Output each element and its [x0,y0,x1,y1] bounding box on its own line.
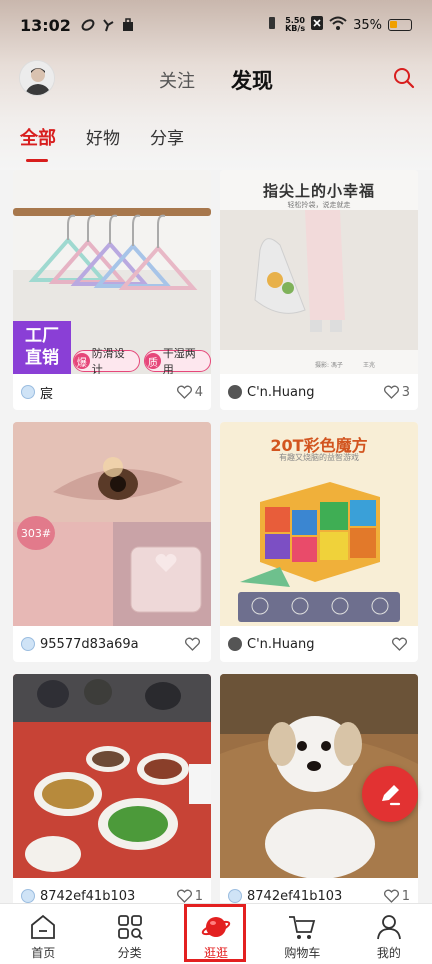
card-meta: 8742ef41b103 1 [220,878,418,905]
author-name[interactable]: 8742ef41b103 [40,889,177,904]
image-footer: 摄影: 馮子 王兆 [315,362,375,369]
feed-card[interactable]: 20T彩色魔方 有趣又烧脑的益智游戏 C'n.Huang [220,422,418,662]
author-name[interactable]: 宸 [40,383,177,402]
dinner-table-illustration [13,674,211,878]
card-image-hangers[interactable]: 工厂 直销 爆 防滑设计 质 干湿两用 [13,170,211,374]
feature-tags: 爆 防滑设计 质 干湿两用 [73,347,211,374]
tab-discover[interactable]: 发现 [231,65,273,95]
active-tab-highlight [184,904,246,962]
subtab-goods[interactable]: 好物 [86,124,120,149]
like-button[interactable]: 4 [176,384,203,400]
author-name[interactable]: C'n.Huang [247,637,392,652]
sim-disabled-icon [311,16,324,34]
card-meta: 95577d83a69a [13,626,211,662]
tab-home[interactable]: 首页 [0,904,86,964]
image-subtitle: 有趣又烧脑的益智游戏 [279,453,359,462]
vibrate-icon [265,16,279,34]
card-image-eyeshadow[interactable]: 303# [13,422,211,626]
network-speed: 5.50 KB/s [285,16,306,33]
author-avatar[interactable] [21,889,35,903]
card-meta: C'n.Huang 3 [220,374,418,410]
like-button[interactable]: 1 [383,888,410,904]
card-meta: 宸 4 [13,374,211,410]
tab-category[interactable]: 分类 [86,904,172,964]
top-header: 关注 发现 [0,56,432,104]
author-avatar[interactable] [21,637,35,651]
card-meta: C'n.Huang [220,626,418,662]
feed-card[interactable]: 工厂 直销 爆 防滑设计 质 干湿两用 宸 4 [13,170,211,410]
subtab-share[interactable]: 分享 [150,124,184,149]
category-icon [117,915,143,940]
card-image-puzzle[interactable]: 20T彩色魔方 有趣又烧脑的益智游戏 [220,422,418,626]
status-right: 5.50 KB/s 35% [265,16,412,34]
heart-icon [383,889,399,903]
cart-icon [289,916,316,939]
heart-icon [185,637,200,651]
shade-number-badge: 303# [17,516,55,550]
like-button[interactable] [392,637,410,651]
avatar-person-icon [20,61,54,95]
feed-card[interactable]: 8742ef41b103 1 [13,674,211,905]
feature-tag: 质 干湿两用 [144,347,211,374]
feed-card[interactable]: 指尖上的小幸福 轻松拎袋，说走就走 摄影: 馮子 王兆 C'n.Huang 3 [220,170,418,410]
like-count: 1 [401,888,410,904]
heart-icon [176,889,192,903]
edit-pencil-icon [382,785,401,806]
tab-follow[interactable]: 关注 [159,67,195,93]
heart-icon [176,385,192,399]
author-avatar[interactable] [228,637,242,651]
search-icon[interactable] [392,66,416,90]
tab-cart[interactable]: 购物车 [259,904,345,964]
author-avatar[interactable] [21,385,35,399]
author-name[interactable]: 95577d83a69a [40,637,185,652]
home-icon [31,914,56,939]
battery-percent: 35% [353,17,382,33]
feed-card[interactable]: 303# 95577d83a69a [13,422,211,662]
card-meta: 8742ef41b103 1 [13,878,211,905]
image-subtitle: 轻松拎袋，说走就走 [287,201,351,209]
factory-direct-badge: 工厂 直销 [13,321,71,374]
author-avatar[interactable] [228,385,242,399]
like-count: 3 [401,384,410,400]
category-subtabs: 全部 好物 分享 [0,124,432,164]
profile-icon [376,915,401,940]
battery-icon [388,19,412,31]
author-avatar[interactable] [228,889,242,903]
compose-button[interactable] [362,766,418,822]
like-button[interactable]: 1 [176,888,203,904]
notification-icons [81,18,135,32]
like-button[interactable] [185,637,203,651]
author-name[interactable]: C'n.Huang [247,385,384,400]
status-time: 13:02 [20,15,71,35]
heart-icon [392,637,407,651]
bag-icon [121,18,135,32]
card-image-bag[interactable]: 指尖上的小幸福 轻松拎袋，说走就走 摄影: 馮子 王兆 [220,170,418,374]
user-avatar[interactable] [19,60,55,96]
wifi-icon [329,16,347,34]
card-image-dinner[interactable] [13,674,211,878]
like-button[interactable]: 3 [383,384,410,400]
feature-tag: 爆 防滑设计 [73,347,140,374]
image-title: 指尖上的小幸福 [262,182,375,200]
tab-profile[interactable]: 我的 [346,904,432,964]
like-count: 4 [194,384,203,400]
status-bar: 13:02 5.50 KB/s 35% [0,0,432,50]
fan-icon [101,18,115,32]
author-name[interactable]: 8742ef41b103 [247,889,384,904]
app-notification-icon [81,18,95,32]
subtab-all[interactable]: 全部 [20,124,56,162]
bottom-tab-bar: 首页 分类 逛逛 购物车 我的 [0,903,432,964]
heart-icon [383,385,399,399]
like-count: 1 [194,888,203,904]
